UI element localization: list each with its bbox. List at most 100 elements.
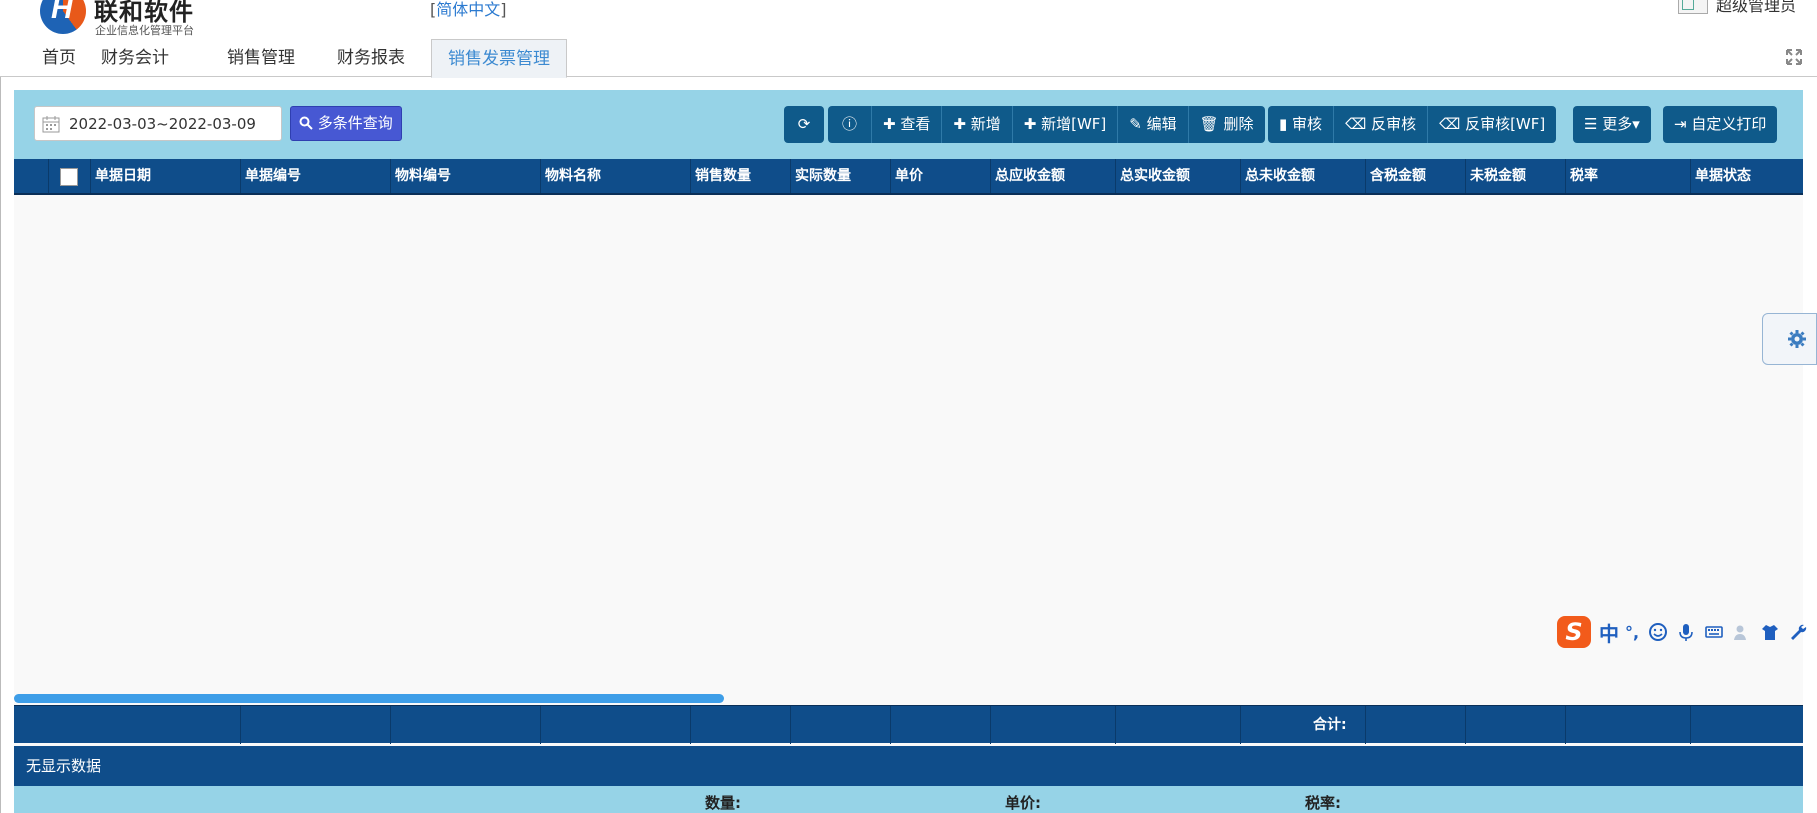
edit-button[interactable]: ✎ 编辑 bbox=[1118, 106, 1189, 143]
tab-financial-reports[interactable]: 财务报表 bbox=[321, 39, 421, 77]
horizontal-scrollbar[interactable] bbox=[14, 694, 724, 703]
delete-button[interactable]: 🗑 删除 bbox=[1188, 106, 1265, 143]
toolbar-group-more: ☰ 更多▾ bbox=[1573, 106, 1651, 143]
add-wf-button-label: 新增[WF] bbox=[1041, 115, 1107, 133]
total-label: 合计: bbox=[1313, 717, 1347, 733]
edit-icon: ✎ bbox=[1129, 115, 1142, 133]
user-avatar[interactable] bbox=[1678, 0, 1708, 14]
search-button-label: 多条件查询 bbox=[317, 114, 393, 132]
search-icon bbox=[299, 116, 313, 130]
list-icon: ☰ bbox=[1584, 115, 1598, 133]
audit-button[interactable]: ▮ 审核 bbox=[1268, 106, 1335, 143]
table-footer-totals: 合计: bbox=[14, 705, 1803, 744]
unaudit-wf-button[interactable]: ⌫ 反审核[WF] bbox=[1428, 106, 1557, 143]
footer-cell bbox=[990, 706, 991, 744]
summary-quantity-label: 数量: bbox=[705, 794, 741, 812]
column-header[interactable]: 单价 bbox=[890, 159, 990, 193]
gear-icon bbox=[1788, 330, 1806, 348]
footer-cell bbox=[240, 706, 241, 744]
plus-icon: ✚ bbox=[883, 115, 896, 133]
column-header[interactable]: 税率 bbox=[1565, 159, 1690, 193]
content-panel: 2022-03-03~2022-03-09 多条件查询 ⟳ ⓘ ✚ 查看 ✚ 新… bbox=[14, 90, 1803, 813]
unaudit-button[interactable]: ⌫ 反审核 bbox=[1334, 106, 1429, 143]
column-header[interactable]: 未税金额 bbox=[1465, 159, 1565, 193]
column-header[interactable]: 单据日期 bbox=[90, 159, 240, 193]
select-all-checkbox[interactable] bbox=[60, 168, 78, 186]
unaudit-wf-button-label: 反审核[WF] bbox=[1465, 115, 1546, 133]
help-icon: ⓘ bbox=[841, 115, 857, 133]
footer-cell bbox=[1465, 706, 1466, 744]
sogou-logo-icon[interactable]: S bbox=[1557, 616, 1591, 648]
footer-cell bbox=[790, 706, 791, 744]
book-icon: ▮ bbox=[1279, 115, 1288, 133]
brand-subtitle: 企业信息化管理平台 bbox=[95, 24, 194, 37]
column-header[interactable]: 总实收金额 bbox=[1115, 159, 1240, 193]
help-button[interactable]: ⓘ bbox=[828, 106, 872, 143]
trash-icon: 🗑 bbox=[1199, 115, 1219, 133]
view-button-label: 查看 bbox=[900, 115, 931, 133]
column-header[interactable]: 单据编号 bbox=[240, 159, 390, 193]
tab-sales-management[interactable]: 销售管理 bbox=[211, 39, 311, 77]
ime-toolbar[interactable]: S 中 °, bbox=[1557, 616, 1817, 648]
ime-chinese-mode[interactable]: 中 bbox=[1599, 618, 1619, 647]
refresh-button[interactable]: ⟳ bbox=[784, 106, 824, 143]
fullscreen-icon[interactable] bbox=[1786, 49, 1802, 65]
main-tabs: 首页 财务会计 销售管理 财务报表 销售发票管理 bbox=[0, 39, 1817, 78]
settings-side-tab[interactable] bbox=[1762, 313, 1817, 365]
column-header[interactable]: 总未收金额 bbox=[1240, 159, 1365, 193]
audit-button-label: 审核 bbox=[1292, 115, 1323, 133]
language-switch[interactable]: [简体中文] bbox=[430, 0, 507, 20]
column-header[interactable]: 物料名称 bbox=[540, 159, 690, 193]
delete-button-label: 删除 bbox=[1223, 115, 1254, 133]
eraser-icon: ⌫ bbox=[1345, 115, 1367, 133]
view-button[interactable]: ✚ 查看 bbox=[872, 106, 943, 143]
wrench-icon[interactable] bbox=[1789, 623, 1807, 641]
microphone-icon[interactable] bbox=[1677, 623, 1695, 641]
tab-financial-accounting[interactable]: 财务会计 bbox=[85, 39, 185, 77]
ime-punctuation[interactable]: °, bbox=[1625, 623, 1639, 642]
toolbar-group-print: ⇥ 自定义打印 bbox=[1663, 106, 1778, 143]
footer-cell bbox=[1565, 706, 1566, 744]
custom-print-button-label: 自定义打印 bbox=[1691, 115, 1767, 133]
multi-condition-search-button[interactable]: 多条件查询 bbox=[290, 106, 402, 141]
date-range-value[interactable]: 2022-03-03~2022-03-09 bbox=[69, 115, 256, 133]
skin-shirt-icon[interactable] bbox=[1761, 623, 1779, 641]
eraser-icon: ⌫ bbox=[1439, 115, 1461, 133]
summary-price-label: 单价: bbox=[1005, 794, 1041, 812]
more-dropdown-button[interactable]: ☰ 更多▾ bbox=[1573, 106, 1651, 143]
column-header[interactable]: 单据状态 bbox=[1690, 159, 1803, 193]
add-button-label: 新增 bbox=[970, 115, 1001, 133]
footer-cell bbox=[540, 706, 541, 744]
footer-cell bbox=[1690, 706, 1691, 744]
keyboard-icon[interactable] bbox=[1705, 623, 1723, 641]
emoji-icon[interactable] bbox=[1649, 623, 1668, 641]
column-header[interactable]: 含税金额 bbox=[1365, 159, 1465, 193]
column-header[interactable]: 总应收金额 bbox=[990, 159, 1115, 193]
column-header[interactable]: 物料编号 bbox=[390, 159, 540, 193]
toolbar-group-refresh: ⟳ bbox=[784, 106, 824, 143]
language-label[interactable]: 简体中文 bbox=[436, 0, 500, 19]
tab-sales-invoice-management[interactable]: 销售发票管理 bbox=[431, 39, 567, 78]
toolbar-group-audit: ▮ 审核 ⌫ 反审核 ⌫ 反审核[WF] bbox=[1268, 106, 1557, 143]
date-range-input[interactable]: 2022-03-03~2022-03-09 bbox=[34, 106, 282, 141]
column-header[interactable]: 实际数量 bbox=[790, 159, 890, 193]
footer-cell bbox=[1365, 706, 1366, 744]
user-voice-icon[interactable] bbox=[1733, 623, 1751, 641]
toolbar-group-actions: ⓘ ✚ 查看 ✚ 新增 ✚ 新增[WF] ✎ 编辑 🗑 删除 bbox=[828, 106, 1265, 143]
footer-cell bbox=[1240, 706, 1241, 744]
sign-out-icon: ⇥ bbox=[1674, 115, 1687, 133]
calendar-icon bbox=[42, 116, 60, 133]
unaudit-button-label: 反审核 bbox=[1371, 115, 1417, 133]
top-header: H 联和软件 企业信息化管理平台 [简体中文] 超级管理员 bbox=[0, 0, 1817, 40]
caret-down-icon: ▾ bbox=[1632, 115, 1640, 133]
column-header[interactable]: 销售数量 bbox=[690, 159, 790, 193]
summary-tax-label: 税率: bbox=[1305, 794, 1341, 812]
tab-home[interactable]: 首页 bbox=[26, 39, 92, 77]
refresh-icon: ⟳ bbox=[797, 115, 811, 133]
plus-icon: ✚ bbox=[953, 115, 966, 133]
add-wf-button[interactable]: ✚ 新增[WF] bbox=[1012, 106, 1119, 143]
footer-cell bbox=[390, 706, 391, 744]
user-name[interactable]: 超级管理员 bbox=[1716, 0, 1796, 16]
add-button[interactable]: ✚ 新增 bbox=[942, 106, 1013, 143]
custom-print-button[interactable]: ⇥ 自定义打印 bbox=[1663, 106, 1778, 143]
